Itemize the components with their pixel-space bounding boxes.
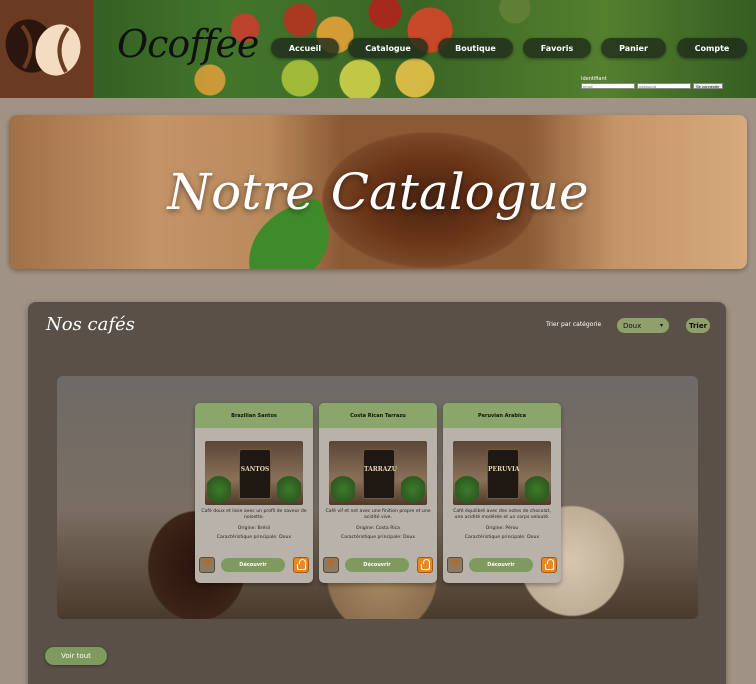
bag-label: SANTOS bbox=[240, 466, 270, 473]
nav-panier[interactable]: Panier bbox=[601, 38, 666, 58]
nav-boutique[interactable]: Boutique bbox=[438, 38, 513, 58]
section-title: Nos cafés bbox=[46, 314, 135, 335]
login-label: Identifiant bbox=[581, 76, 607, 82]
add-to-cart-button[interactable] bbox=[417, 557, 433, 573]
basket-icon bbox=[296, 559, 306, 570]
product-characteristic: Caractéristique principale: Doux bbox=[464, 535, 540, 540]
catalog-banner: Notre Catalogue bbox=[9, 115, 747, 269]
heart-icon: ♥ bbox=[450, 559, 460, 570]
add-to-cart-button[interactable] bbox=[293, 557, 309, 573]
password-field[interactable] bbox=[637, 83, 691, 89]
product-characteristic: Caractéristique principale: Doux bbox=[216, 535, 292, 540]
product-name: Peruvian Arabica bbox=[443, 403, 561, 428]
category-select-value: Doux bbox=[623, 321, 642, 330]
discover-button[interactable]: Découvrir bbox=[469, 558, 533, 572]
product-card[interactable]: Peruvian Arabica PERUVIA Café équilibré … bbox=[443, 403, 561, 583]
login-button[interactable]: Se connecter bbox=[693, 83, 723, 89]
basket-icon bbox=[544, 559, 554, 570]
heart-icon: ♥ bbox=[202, 559, 212, 570]
bag-label: PERUVIA bbox=[488, 466, 520, 473]
basket-icon bbox=[420, 559, 430, 570]
plant-decoration bbox=[331, 469, 355, 503]
product-card[interactable]: Brazilian Santos SANTOS Café doux et lis… bbox=[195, 403, 313, 583]
coffee-bean-logo-icon bbox=[5, 19, 81, 76]
coffee-bag-image: TARRAZU bbox=[363, 449, 398, 499]
product-origin: Origine: Pérou bbox=[485, 526, 519, 531]
plant-decoration bbox=[401, 469, 425, 503]
product-name: Brazilian Santos bbox=[195, 403, 313, 428]
coffee-bag-image: SANTOS bbox=[239, 449, 271, 499]
product-card[interactable]: Costa Rican Tarrazu TARRAZU Café vif et … bbox=[319, 403, 437, 583]
discover-button[interactable]: Découvrir bbox=[345, 558, 409, 572]
add-to-cart-button[interactable] bbox=[541, 557, 557, 573]
product-image[interactable]: SANTOS bbox=[205, 441, 303, 505]
plant-decoration bbox=[455, 469, 479, 503]
product-image[interactable]: TARRAZU bbox=[329, 441, 427, 505]
product-description: Café doux et lisse avec un profil de sav… bbox=[201, 509, 307, 520]
login-form: Identifiant Se connecter bbox=[581, 76, 723, 89]
nav-accueil[interactable]: Accueil bbox=[271, 38, 339, 58]
brand-name[interactable]: Ocoffee bbox=[117, 22, 259, 66]
plant-decoration bbox=[277, 469, 301, 503]
site-header: Ocoffee Accueil Catalogue Boutique Favor… bbox=[0, 0, 756, 98]
coffee-bag-image: PERUVIA bbox=[487, 449, 519, 499]
nav-favoris[interactable]: Favoris bbox=[523, 38, 591, 58]
bag-label: TARRAZU bbox=[364, 466, 398, 473]
product-description: Café vif et net avec une finition propre… bbox=[325, 509, 431, 520]
product-origin: Origine: Brésil bbox=[237, 526, 271, 531]
favorite-button[interactable]: ♥ bbox=[199, 557, 215, 573]
nav-catalogue[interactable]: Catalogue bbox=[348, 38, 428, 58]
sort-button[interactable]: Trier bbox=[686, 318, 710, 333]
product-origin: Origine: Costa Rica bbox=[355, 526, 400, 531]
see-all-button[interactable]: Voir tout bbox=[45, 647, 107, 665]
sort-label: Trier par catégorie bbox=[546, 321, 602, 328]
plant-decoration bbox=[207, 469, 231, 503]
product-image[interactable]: PERUVIA bbox=[453, 441, 551, 505]
nav-compte[interactable]: Compte bbox=[677, 38, 747, 58]
favorite-button[interactable]: ♥ bbox=[447, 557, 463, 573]
category-select[interactable]: Doux ▾ bbox=[617, 318, 669, 333]
chevron-down-icon: ▾ bbox=[659, 322, 663, 329]
logo[interactable] bbox=[0, 0, 93, 98]
favorite-button[interactable]: ♥ bbox=[323, 557, 339, 573]
discover-button[interactable]: Découvrir bbox=[221, 558, 285, 572]
plant-decoration bbox=[525, 469, 549, 503]
product-characteristic: Caractéristique principale: Doux bbox=[340, 535, 416, 540]
email-field[interactable] bbox=[581, 83, 635, 89]
product-name: Costa Rican Tarrazu bbox=[319, 403, 437, 428]
product-description: Café équilibré avec des notes de chocola… bbox=[453, 509, 551, 520]
banner-title: Notre Catalogue bbox=[167, 163, 589, 221]
heart-icon: ♥ bbox=[326, 559, 336, 570]
